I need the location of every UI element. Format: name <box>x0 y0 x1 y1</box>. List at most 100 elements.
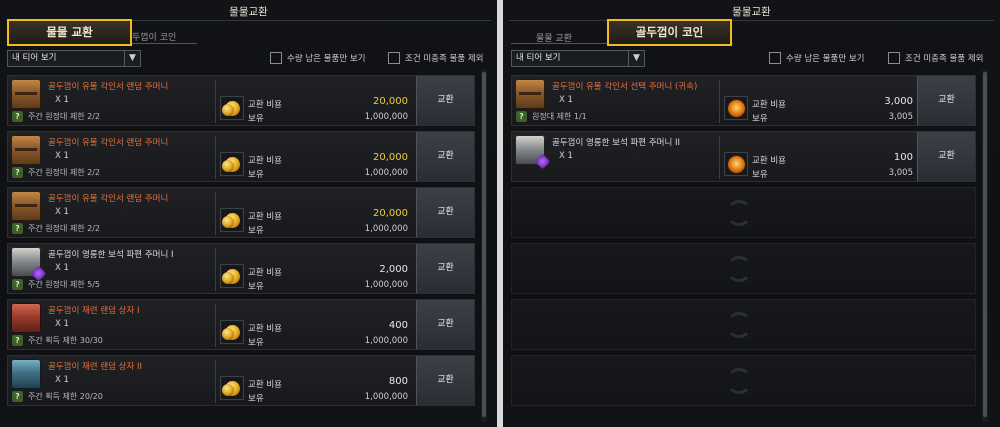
empty-slot <box>511 299 976 350</box>
question-icon[interactable]: ? <box>12 391 23 402</box>
divider <box>215 192 216 235</box>
exchange-button[interactable]: 교환 <box>416 132 474 181</box>
cost-value: 100 <box>893 152 913 163</box>
currency-slot <box>220 208 244 232</box>
tier-dropdown[interactable]: 내 티어 보기 ▼ <box>7 50 141 67</box>
owned-value: 1,000,000 <box>364 336 408 346</box>
refresh-icon <box>726 200 752 226</box>
divider <box>215 80 216 123</box>
cost-label: 교환 비용 <box>248 212 282 222</box>
cost-label: 교환 비용 <box>752 156 786 166</box>
goldtoad-coin-icon <box>728 156 745 173</box>
chest-icon <box>515 79 545 109</box>
tier-dropdown-value: 내 티어 보기 <box>12 53 57 63</box>
item-name: 골두껍이 유물 각인서 랜덤 주머니 <box>48 82 169 92</box>
item-quantity: X 1 <box>55 207 69 217</box>
scrollbar[interactable] <box>481 70 487 422</box>
filter-remaining-checkbox[interactable]: 수량 남은 물품만 보기 <box>769 51 865 65</box>
scrollbar[interactable] <box>982 70 988 422</box>
checkbox-icon <box>769 52 781 64</box>
tab-goldtoad-coin[interactable]: 골두껍이 코인 <box>607 19 732 46</box>
owned-label: 보유 <box>752 114 768 124</box>
blue-box-icon <box>11 359 41 389</box>
cost-label: 교환 비용 <box>248 268 282 278</box>
question-icon[interactable]: ? <box>12 167 23 178</box>
item-name: 골두껍이 재련 랜덤 상자 II <box>48 362 143 372</box>
question-icon[interactable]: ? <box>12 111 23 122</box>
owned-label: 보유 <box>248 170 264 180</box>
filter-remaining-checkbox[interactable]: 수량 남은 물품만 보기 <box>270 51 366 65</box>
owned-value: 1,000,000 <box>364 280 408 290</box>
item-limit-text: 주간 원정대 제한 2/2 <box>28 112 101 121</box>
owned-label: 보유 <box>248 338 264 348</box>
checkbox-icon <box>388 52 400 64</box>
item-limit-text: 주간 원정대 제한 2/2 <box>28 168 101 177</box>
silver-chest-icon <box>11 247 41 277</box>
item-quantity: X 1 <box>55 319 69 329</box>
empty-slot <box>511 355 976 406</box>
question-icon[interactable]: ? <box>516 111 527 122</box>
list-item: 골두껍이 재련 랜덤 상자 II X 1 ? 주간 획득 제한 20/20 교환 … <box>7 355 475 406</box>
filter-exclude-checkbox[interactable]: 조건 미충족 물품 제외 <box>388 51 484 65</box>
window-title: 물물교환 <box>732 6 771 18</box>
red-box-icon <box>11 303 41 333</box>
currency-slot <box>220 320 244 344</box>
currency-slot <box>220 152 244 176</box>
filter-exclude-label: 조건 미충족 물품 제외 <box>905 54 984 64</box>
item-quantity: X 1 <box>55 151 69 161</box>
exchange-button[interactable]: 교환 <box>416 300 474 349</box>
exchange-window-left: 물물교환 두껍이 코인 물물 교환 내 티어 보기 ▼ 수량 남은 물품만 보기… <box>0 0 497 427</box>
owned-label: 보유 <box>248 282 264 292</box>
filter-exclude-checkbox[interactable]: 조건 미충족 물품 제외 <box>888 51 984 65</box>
chevron-down-icon: ▼ <box>628 51 644 66</box>
cost-value: 2,000 <box>379 264 408 275</box>
exchange-button[interactable]: 교환 <box>416 356 474 405</box>
exchange-button[interactable]: 교환 <box>917 132 975 181</box>
tab-barter[interactable]: 물물 교환 <box>7 19 132 46</box>
scrollbar-thumb[interactable] <box>482 72 486 417</box>
question-icon[interactable]: ? <box>12 223 23 234</box>
item-limit: ? 주간 획득 제한 30/30 <box>12 335 103 346</box>
list-item: 골두껍이 유물 각인서 랜덤 주머니 X 1 ? 주간 원정대 제한 2/2 교환… <box>7 131 475 182</box>
divider <box>215 136 216 179</box>
cost-value: 20,000 <box>373 96 408 107</box>
divider <box>215 304 216 347</box>
question-icon[interactable]: ? <box>12 335 23 346</box>
filter-remaining-label: 수량 남은 물품만 보기 <box>786 54 865 64</box>
item-quantity: X 1 <box>55 95 69 105</box>
cost-label: 교환 비용 <box>248 156 282 166</box>
exchange-button[interactable]: 교환 <box>917 76 975 125</box>
cost-label: 교환 비용 <box>752 100 786 110</box>
item-quantity: X 1 <box>559 95 573 105</box>
checkbox-icon <box>270 52 282 64</box>
cost-label: 교환 비용 <box>248 380 282 390</box>
chevron-down-icon: ▼ <box>124 51 140 66</box>
filter-exclude-label: 조건 미충족 물품 제외 <box>405 54 484 64</box>
tier-dropdown-value: 내 티어 보기 <box>516 53 561 63</box>
list-item: 골두껍이 유물 각인서 랜덤 주머니 X 1 ? 주간 원정대 제한 2/2 교환… <box>7 187 475 238</box>
owned-value: 3,005 <box>888 168 913 178</box>
scrollbar-thumb[interactable] <box>983 72 987 417</box>
list-item: 골두껍이 영롱한 보석 파편 주머니 II X 1 교환 비용 100 보유 3… <box>511 131 976 182</box>
item-quantity: X 1 <box>55 375 69 385</box>
window-title: 물물교환 <box>229 6 268 18</box>
refresh-icon <box>726 368 752 394</box>
exchange-button[interactable]: 교환 <box>416 76 474 125</box>
owned-value: 1,000,000 <box>364 168 408 178</box>
exchange-button[interactable]: 교환 <box>416 188 474 237</box>
tab-goldtoad-coin[interactable]: 두껍이 코인 <box>132 30 176 43</box>
item-limit: ? 주간 원정대 제한 5/5 <box>12 279 100 290</box>
chest-icon <box>11 191 41 221</box>
chest-icon <box>11 135 41 165</box>
item-limit-text: 주간 원정대 제한 2/2 <box>28 224 101 233</box>
gold-coin-icon <box>222 381 240 396</box>
owned-label: 보유 <box>248 226 264 236</box>
cost-value: 800 <box>388 376 408 387</box>
question-icon[interactable]: ? <box>12 279 23 290</box>
tier-dropdown[interactable]: 내 티어 보기 ▼ <box>511 50 645 67</box>
exchange-button[interactable]: 교환 <box>416 244 474 293</box>
item-limit: ? 원정대 제한 1/1 <box>516 111 587 122</box>
currency-slot <box>220 264 244 288</box>
divider <box>719 136 720 179</box>
item-name: 골두껍이 유물 각인서 랜덤 주머니 <box>48 194 169 204</box>
